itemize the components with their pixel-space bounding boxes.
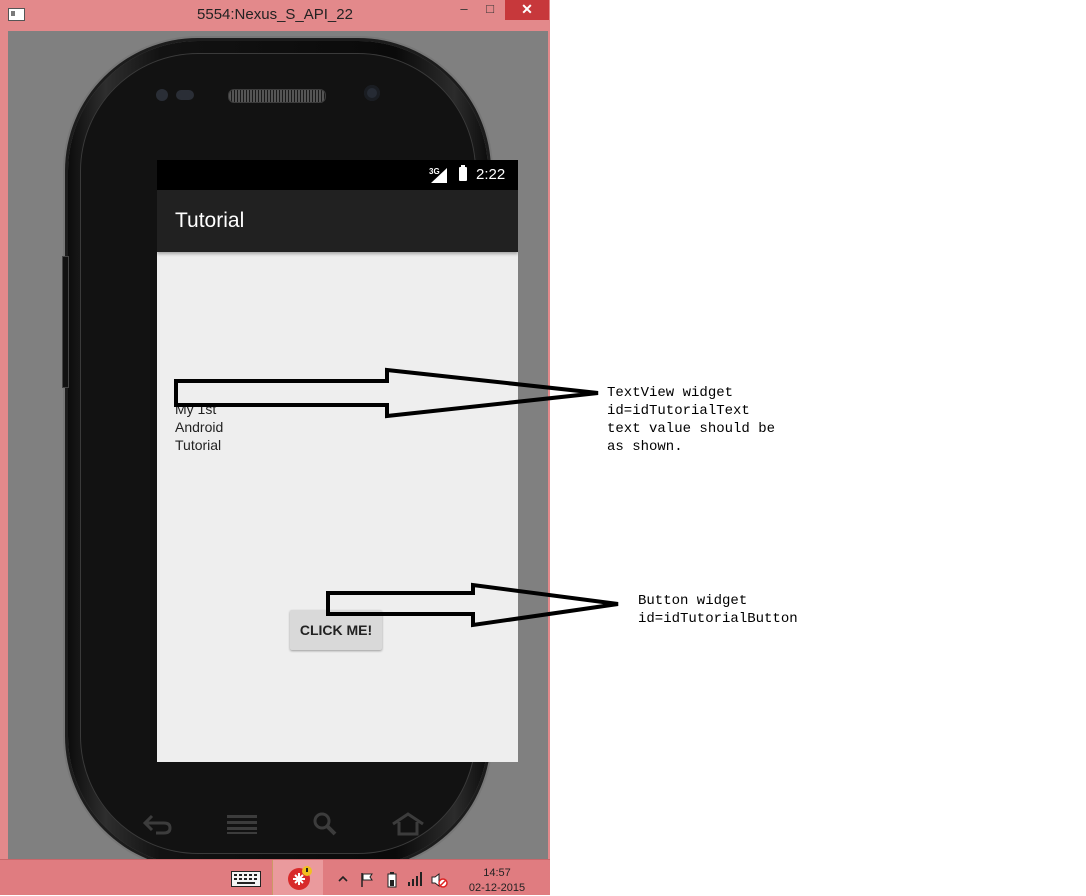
app-logo-icon: [288, 866, 312, 890]
volume-button[interactable]: [62, 256, 69, 388]
flag-icon[interactable]: [360, 872, 374, 888]
signal-icon[interactable]: [407, 871, 423, 887]
textview-annotation: TextView widget id=idTutorialText text v…: [607, 385, 776, 455]
up-arrow-icon[interactable]: [338, 875, 348, 882]
network-type-label: 3G: [429, 167, 440, 176]
mute-icon[interactable]: [430, 872, 448, 888]
phone-body: 3G 2:22 Tutorial My 1st Android Tutorial…: [62, 41, 518, 859]
emulator-viewport: 3G 2:22 Tutorial My 1st Android Tutorial…: [8, 31, 548, 859]
search-icon[interactable]: [313, 812, 337, 836]
taskbar: 14:57 02-12-2015: [0, 859, 550, 895]
app-title: Tutorial: [175, 209, 245, 232]
proximity-sensor-icon: [156, 89, 168, 101]
light-sensor-icon: [176, 90, 194, 100]
home-icon[interactable]: [391, 812, 425, 836]
click-me-button[interactable]: CLICK ME!: [290, 610, 382, 650]
tutorial-text-view: My 1st Android Tutorial: [175, 401, 224, 453]
earpiece-speaker: [228, 89, 326, 103]
app-icon[interactable]: [272, 860, 323, 895]
back-icon[interactable]: [142, 813, 174, 835]
front-camera-icon: [364, 85, 380, 101]
battery-icon: [459, 165, 467, 181]
close-button[interactable]: ✕: [505, 0, 549, 20]
device-screen[interactable]: 3G 2:22 Tutorial My 1st Android Tutorial…: [157, 160, 518, 762]
app-bar: Tutorial: [157, 190, 518, 252]
minimize-button[interactable]: –: [452, 0, 476, 20]
menu-icon[interactable]: [227, 814, 259, 834]
status-bar: 3G 2:22: [157, 160, 518, 190]
status-time: 2:22: [476, 166, 506, 183]
title-bar[interactable]: 5554:Nexus_S_API_22 – □ ✕: [0, 0, 550, 30]
battery-icon[interactable]: [383, 871, 401, 889]
taskbar-clock[interactable]: 14:57 02-12-2015: [462, 866, 532, 896]
keyboard-icon[interactable]: [231, 871, 261, 887]
clock-time: 14:57: [483, 867, 511, 879]
emulator-window: 5554:Nexus_S_API_22 – □ ✕ 3G 2:22 Tutori: [0, 0, 550, 895]
button-annotation: Button widget id=idTutorialButton: [638, 593, 798, 627]
maximize-button[interactable]: □: [478, 0, 502, 20]
